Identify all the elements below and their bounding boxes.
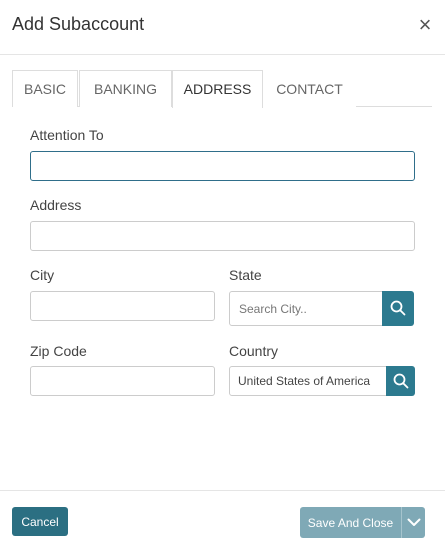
address-input[interactable] xyxy=(30,221,415,251)
country-input[interactable] xyxy=(229,366,387,396)
cancel-button[interactable]: Cancel xyxy=(12,507,68,536)
country-label: Country xyxy=(229,343,279,359)
attention-to-input[interactable] xyxy=(30,151,415,181)
city-input[interactable] xyxy=(30,291,215,321)
attention-to-label: Attention To xyxy=(30,127,104,143)
dialog-header: Add Subaccount × xyxy=(0,0,445,55)
tab-banking[interactable]: BANKING xyxy=(79,70,172,107)
dialog-title: Add Subaccount xyxy=(12,14,145,34)
state-label: State xyxy=(229,267,262,283)
state-search-button[interactable] xyxy=(382,291,414,326)
tab-bar: BASIC BANKING ADDRESS CONTACT xyxy=(12,70,432,108)
save-and-close-button[interactable]: Save And Close xyxy=(300,507,401,538)
search-icon xyxy=(390,300,406,316)
tab-basic[interactable]: BASIC xyxy=(12,70,78,107)
save-options-dropdown[interactable] xyxy=(401,507,425,538)
close-icon[interactable]: × xyxy=(414,14,436,36)
zip-code-input[interactable] xyxy=(30,366,215,396)
search-icon xyxy=(393,373,409,389)
country-search-button[interactable] xyxy=(386,366,415,396)
city-label: City xyxy=(30,267,55,283)
state-search-input[interactable] xyxy=(229,291,383,326)
address-label: Address xyxy=(30,197,82,213)
chevron-down-icon xyxy=(407,518,421,526)
tab-address[interactable]: ADDRESS xyxy=(172,70,263,108)
tab-contact[interactable]: CONTACT xyxy=(263,70,356,107)
zip-code-label: Zip Code xyxy=(30,343,87,359)
